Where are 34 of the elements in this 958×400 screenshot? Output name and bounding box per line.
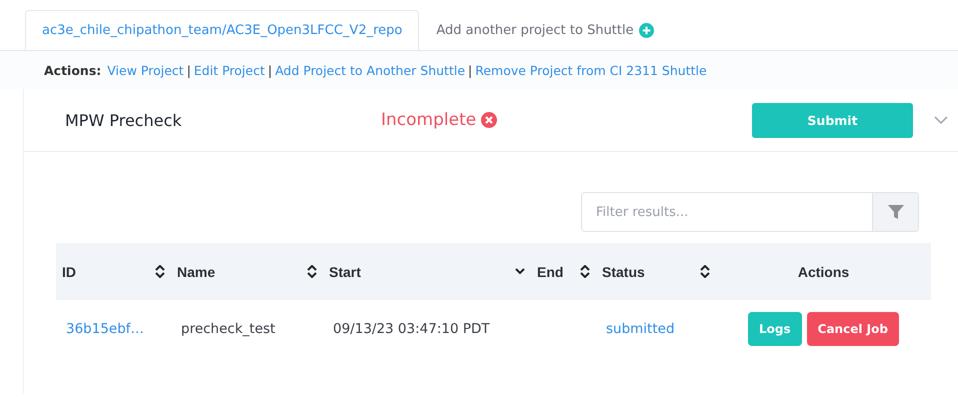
sort-icon[interactable] (700, 265, 710, 278)
chevron-down-icon[interactable] (515, 268, 525, 275)
submit-button[interactable]: Submit (752, 102, 913, 138)
error-icon (481, 112, 498, 128)
sort-icon[interactable] (155, 265, 165, 278)
column-header[interactable]: Status (596, 264, 716, 280)
section-title: MPW Precheck (65, 110, 183, 130)
separator: | (468, 62, 472, 78)
column-header[interactable]: Actions (716, 264, 931, 280)
sort-icon[interactable] (580, 265, 590, 278)
separator: | (186, 62, 191, 78)
column-header[interactable]: Start (323, 264, 531, 280)
action-link[interactable]: View Project (107, 62, 184, 78)
status-text: Incomplete (381, 110, 476, 130)
job-id-link[interactable]: 36b15ebf… (66, 321, 144, 337)
sort-icon[interactable] (307, 265, 317, 278)
column-header[interactable]: End (531, 264, 596, 280)
action-link[interactable]: Add Project to Another Shuttle (275, 62, 466, 78)
status-link[interactable]: submitted (606, 321, 675, 337)
column-header[interactable]: ID (56, 264, 171, 280)
action-link[interactable]: Remove Project from CI 2311 Shuttle (475, 62, 707, 78)
table-cell-text: 09/13/23 03:47:10 PDT (332, 321, 491, 337)
cancel-button[interactable]: Cancel Job (806, 312, 899, 346)
filter-icon (888, 204, 904, 220)
filter-button[interactable] (872, 192, 919, 232)
separator: | (268, 62, 272, 78)
filter-field[interactable]: Filter results... (581, 192, 872, 232)
action-link[interactable]: Edit Project (194, 62, 265, 78)
plus-circle-icon (638, 23, 654, 38)
table-cell-text: precheck_test (180, 321, 276, 337)
actions-label: Actions: (44, 62, 102, 78)
tab[interactable]: ac3e_chile_chipathon_team/AC3E_Open3LFCC_V2_repo (25, 10, 420, 50)
column-header[interactable]: Name (171, 264, 323, 280)
logs-button[interactable]: Logs (748, 312, 802, 346)
